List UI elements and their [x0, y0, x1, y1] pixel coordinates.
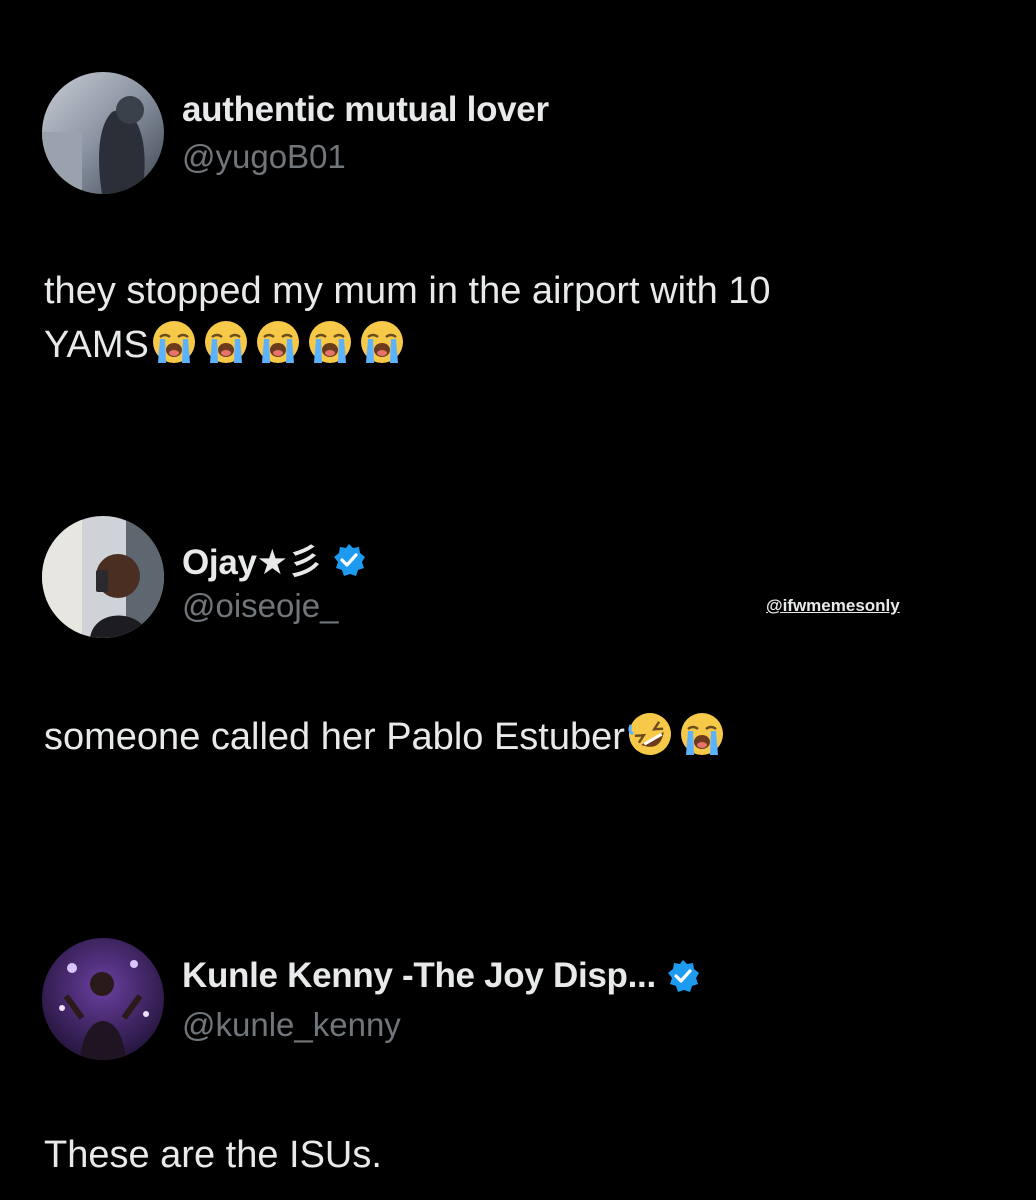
loudly-crying-face-icon: [360, 321, 403, 363]
display-name[interactable]: Ojay★彡: [182, 534, 323, 585]
avatar-oiseoje[interactable]: [42, 516, 164, 638]
verified-badge-icon: [334, 543, 366, 576]
tweet-text-line-2-text: YAMS: [44, 324, 149, 366]
avatar-yugob01[interactable]: [42, 72, 164, 194]
watermark: @ifwmemesonly: [766, 596, 900, 615]
avatar-kunle-kenny[interactable]: [42, 938, 164, 1060]
loudly-crying-face-icon: [204, 321, 247, 363]
tweet-text-line-1: they stopped my mum in the airport with …: [44, 270, 771, 312]
avatar-image: [42, 516, 164, 638]
tweet-text-line-2: YAMS: [44, 318, 1004, 372]
tweet-text: they stopped my mum in the airport with …: [44, 264, 1004, 372]
loudly-crying-face-icon: [256, 321, 299, 363]
display-name[interactable]: authentic mutual lover: [182, 90, 549, 130]
user-handle[interactable]: @oiseoje_: [182, 587, 338, 625]
user-handle[interactable]: @kunle_kenny: [182, 1006, 401, 1044]
emoji-group: [151, 319, 405, 365]
emoji-group: [627, 711, 725, 757]
tweet-text: someone called her Pablo Estuber: [44, 710, 1004, 764]
loudly-crying-face-icon: [308, 321, 351, 363]
tweet-text-body: These are the ISUs.: [44, 1134, 382, 1176]
verified-badge-icon: [667, 960, 699, 992]
loudly-crying-face-icon: [152, 321, 195, 363]
tweet-text-body: someone called her Pablo Estuber: [44, 716, 625, 758]
display-name[interactable]: Kunle Kenny -The Joy Disp...: [182, 956, 656, 996]
loudly-crying-face-icon: [680, 713, 723, 755]
tweet-text: These are the ISUs.: [44, 1128, 1004, 1182]
rolling-on-floor-laughing-icon: [628, 713, 671, 755]
avatar-image: [42, 72, 164, 194]
user-handle[interactable]: @yugoB01: [182, 138, 346, 176]
avatar-image: [42, 938, 164, 1060]
